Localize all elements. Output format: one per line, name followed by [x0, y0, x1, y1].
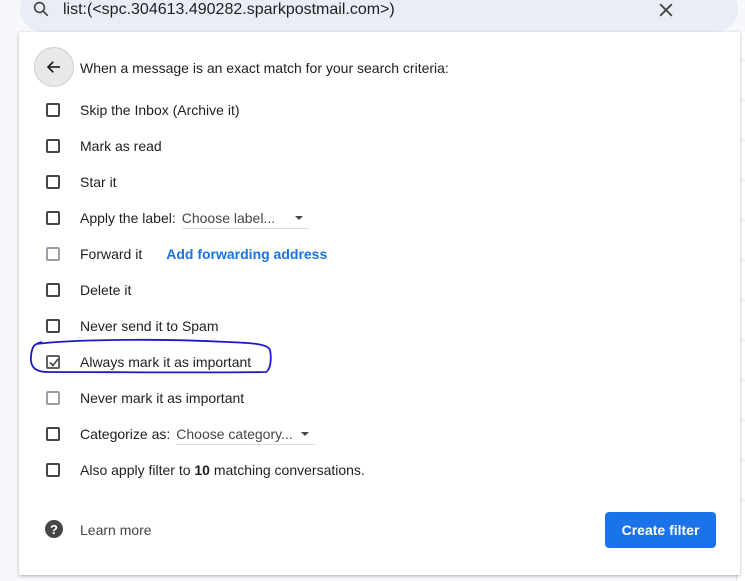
- checkbox[interactable]: [46, 175, 60, 189]
- help-icon[interactable]: ?: [45, 520, 63, 538]
- create-filter-panel: When a message is an exact match for you…: [19, 32, 740, 575]
- close-icon[interactable]: [656, 0, 676, 20]
- learn-more-link[interactable]: Learn more: [80, 522, 152, 538]
- checkbox[interactable]: [46, 247, 60, 261]
- option-label: Star it: [80, 174, 117, 190]
- option-skip-inbox[interactable]: Skip the Inbox (Archive it): [46, 98, 240, 122]
- option-label: Forward it: [80, 246, 143, 262]
- match-count: 10: [194, 462, 210, 478]
- label-select[interactable]: Choose label...: [181, 208, 310, 229]
- add-forwarding-address-link[interactable]: Add forwarding address: [166, 246, 327, 262]
- filter-header: When a message is an exact match for you…: [80, 60, 449, 76]
- option-categorize[interactable]: Categorize as: Choose category...: [46, 422, 315, 446]
- label-select-value: Choose label...: [181, 209, 276, 226]
- checkbox[interactable]: [46, 211, 60, 225]
- search-bar[interactable]: list:(<spc.304613.490282.sparkpostmail.c…: [20, 0, 738, 32]
- option-label: Mark as read: [80, 138, 162, 154]
- option-mark-as-read[interactable]: Mark as read: [46, 134, 162, 158]
- option-apply-label[interactable]: Apply the label: Choose label...: [46, 206, 310, 230]
- option-delete-it[interactable]: Delete it: [46, 278, 131, 302]
- checkbox[interactable]: [46, 139, 60, 153]
- back-button[interactable]: [34, 47, 74, 87]
- option-label: Apply the label:: [80, 210, 176, 226]
- option-star-it[interactable]: Star it: [46, 170, 117, 194]
- option-label: Never mark it as important: [80, 390, 245, 406]
- search-icon[interactable]: [32, 0, 50, 18]
- checkbox[interactable]: [46, 283, 60, 297]
- checkbox[interactable]: [46, 463, 60, 477]
- option-label: Categorize as:: [80, 426, 171, 442]
- checkbox[interactable]: [46, 319, 60, 333]
- dropdown-arrow-icon: [295, 215, 304, 220]
- option-label: Skip the Inbox (Archive it): [80, 102, 240, 118]
- option-never-important[interactable]: Never mark it as important: [46, 386, 244, 410]
- checkbox[interactable]: [46, 427, 60, 441]
- checkmark-icon: [49, 358, 59, 367]
- checkbox-checked[interactable]: [46, 355, 60, 369]
- category-select-value: Choose category...: [176, 425, 293, 442]
- option-label: Never send it to Spam: [80, 318, 219, 334]
- dropdown-arrow-icon: [300, 431, 309, 436]
- checkbox[interactable]: [46, 103, 60, 117]
- option-label: Always mark it as important: [80, 354, 252, 370]
- option-label: Also apply filter to 10 matching convers…: [80, 462, 365, 478]
- checkbox[interactable]: [46, 391, 60, 405]
- option-never-spam[interactable]: Never send it to Spam: [46, 314, 219, 338]
- arrow-left-icon: [46, 61, 60, 73]
- option-forward-it[interactable]: Forward it Add forwarding address: [46, 242, 327, 266]
- create-filter-button[interactable]: Create filter: [605, 512, 716, 548]
- category-select[interactable]: Choose category...: [176, 424, 315, 445]
- option-label: Delete it: [80, 282, 132, 298]
- option-always-important[interactable]: Always mark it as important: [46, 350, 251, 374]
- search-input[interactable]: list:(<spc.304613.490282.sparkpostmail.c…: [63, 1, 395, 19]
- option-apply-to-matching[interactable]: Also apply filter to 10 matching convers…: [46, 458, 365, 482]
